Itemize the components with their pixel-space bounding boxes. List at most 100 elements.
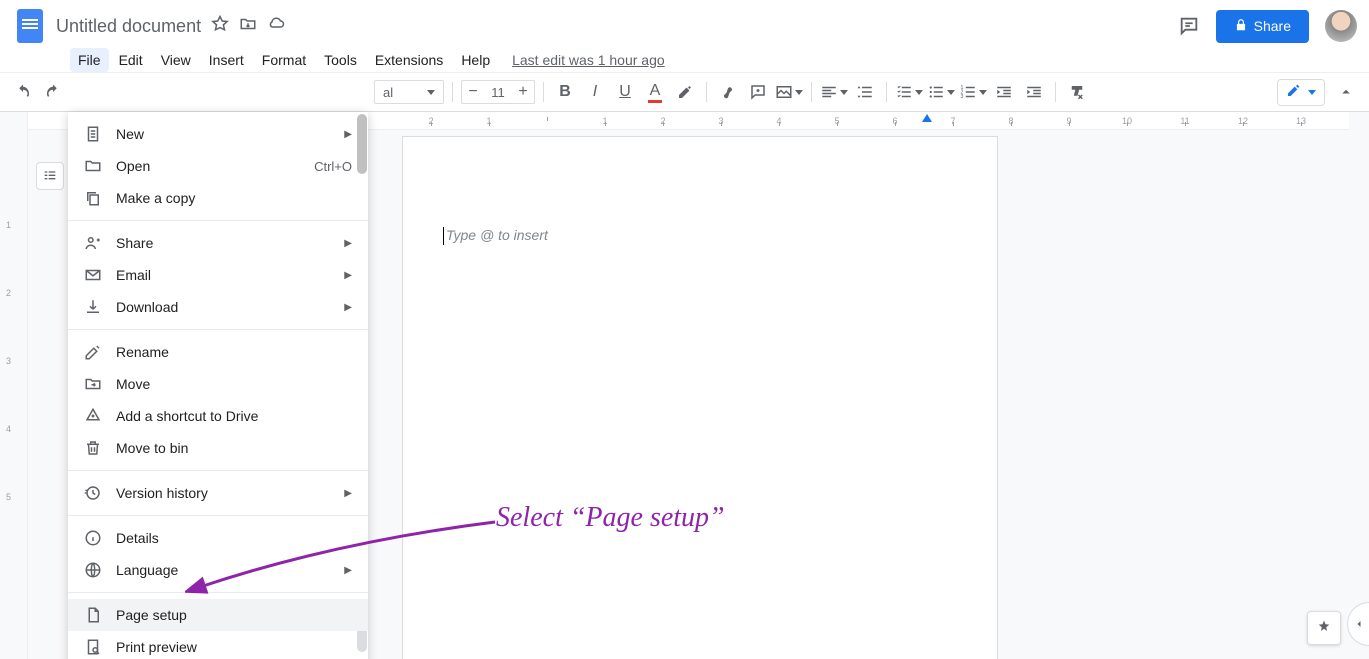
explore-button[interactable] xyxy=(1307,611,1341,645)
insert-image-button[interactable] xyxy=(775,79,803,105)
submenu-arrow-icon: ▶ xyxy=(344,238,352,249)
account-avatar[interactable] xyxy=(1325,10,1357,42)
undo-button[interactable] xyxy=(10,79,36,105)
clear-formatting-button[interactable] xyxy=(1064,79,1090,105)
font-size-increase[interactable]: + xyxy=(512,83,534,101)
move-folder-icon xyxy=(84,375,102,393)
docs-logo[interactable] xyxy=(12,8,48,44)
last-edit-link[interactable]: Last edit was 1 hour ago xyxy=(512,52,665,68)
menu-item-language[interactable]: Language ▶ xyxy=(68,554,368,586)
chevron-down-icon xyxy=(1308,90,1316,95)
menu-item-page-setup[interactable]: Page setup xyxy=(68,599,368,631)
menu-help[interactable]: Help xyxy=(453,48,498,72)
ruler-tick: 5 xyxy=(6,492,11,502)
menu-item-make-copy[interactable]: Make a copy xyxy=(68,182,368,214)
share-label: Share xyxy=(1254,18,1291,34)
menu-label: Page setup xyxy=(116,607,187,623)
menu-item-email[interactable]: Email ▶ xyxy=(68,259,368,291)
menu-label: Language xyxy=(116,562,178,578)
comment-history-icon[interactable] xyxy=(1178,15,1200,37)
underline-button[interactable]: U xyxy=(612,79,638,105)
workspace: 12345 21123456789101112131415 Type @ to … xyxy=(0,112,1369,659)
copy-icon xyxy=(84,189,102,207)
numbered-list-button[interactable]: 123 xyxy=(959,79,987,105)
menu-insert[interactable]: Insert xyxy=(201,48,252,72)
share-button[interactable]: Share xyxy=(1216,10,1309,43)
ruler-tick: 4 xyxy=(6,424,11,434)
email-icon xyxy=(84,266,102,284)
chevron-down-icon xyxy=(427,90,435,95)
submenu-arrow-icon: ▶ xyxy=(344,302,352,313)
toolbar: al − 11 + B I U A 123 xyxy=(0,72,1369,112)
document-page[interactable]: Type @ to insert xyxy=(402,136,998,659)
cloud-icon[interactable] xyxy=(267,15,285,38)
trash-icon xyxy=(84,439,102,457)
font-family-selector[interactable]: al xyxy=(374,80,444,104)
submenu-arrow-icon: ▶ xyxy=(344,488,352,499)
menu-item-move-bin[interactable]: Move to bin xyxy=(68,432,368,464)
line-spacing-button[interactable] xyxy=(852,79,878,105)
menu-view[interactable]: View xyxy=(153,48,199,72)
shortcut-text: Ctrl+O xyxy=(314,159,352,174)
menubar: File Edit View Insert Format Tools Exten… xyxy=(0,44,1369,72)
editing-mode-button[interactable] xyxy=(1277,79,1325,106)
font-size-stepper[interactable]: − 11 + xyxy=(461,80,535,104)
menu-item-print-preview[interactable]: Print preview xyxy=(68,631,368,659)
ruler-tick: 2 xyxy=(6,288,11,298)
highlight-button[interactable] xyxy=(672,79,698,105)
chevron-down-icon xyxy=(840,90,848,95)
info-icon xyxy=(84,529,102,547)
font-size-decrease[interactable]: − xyxy=(462,83,484,101)
menu-item-share[interactable]: Share ▶ xyxy=(68,227,368,259)
title-actions xyxy=(211,15,285,38)
font-size-value[interactable]: 11 xyxy=(484,85,512,100)
menu-file[interactable]: File xyxy=(70,48,109,72)
font-name-text: al xyxy=(383,85,393,100)
italic-button[interactable]: I xyxy=(582,79,608,105)
menu-item-rename[interactable]: Rename xyxy=(68,336,368,368)
menu-item-open[interactable]: Open Ctrl+O xyxy=(68,150,368,182)
file-menu-dropdown: New ▶ Open Ctrl+O Make a copy Share ▶ Em… xyxy=(68,112,368,659)
increase-indent-button[interactable] xyxy=(1021,79,1047,105)
redo-button[interactable] xyxy=(40,79,66,105)
menu-label: Version history xyxy=(116,485,208,501)
decrease-indent-button[interactable] xyxy=(991,79,1017,105)
history-icon xyxy=(84,484,102,502)
annotation-text: Select “Page setup” xyxy=(496,502,725,534)
collapse-toolbar-button[interactable] xyxy=(1333,79,1359,105)
folder-open-icon xyxy=(84,157,102,175)
bold-button[interactable]: B xyxy=(552,79,578,105)
menu-tools[interactable]: Tools xyxy=(316,48,365,72)
text-color-button[interactable]: A xyxy=(642,79,668,105)
menu-format[interactable]: Format xyxy=(254,48,314,72)
chevron-down-icon xyxy=(947,90,955,95)
placeholder-text: Type @ to insert xyxy=(446,227,548,243)
document-title[interactable]: Untitled document xyxy=(56,16,201,37)
menu-label: Rename xyxy=(116,344,169,360)
lock-icon xyxy=(1234,18,1248,35)
chevron-down-icon xyxy=(979,90,987,95)
ruler-tick: 3 xyxy=(6,356,11,366)
menu-edit[interactable]: Edit xyxy=(111,48,151,72)
menu-item-add-shortcut[interactable]: Add a shortcut to Drive xyxy=(68,400,368,432)
menu-extensions[interactable]: Extensions xyxy=(367,48,451,72)
menu-item-version-history[interactable]: Version history ▶ xyxy=(68,477,368,509)
menu-label: Download xyxy=(116,299,178,315)
menu-item-move[interactable]: Move xyxy=(68,368,368,400)
print-preview-icon xyxy=(84,638,102,656)
menu-item-new[interactable]: New ▶ xyxy=(68,118,368,150)
move-icon[interactable] xyxy=(239,15,257,38)
page-icon xyxy=(84,606,102,624)
menu-item-details[interactable]: Details xyxy=(68,522,368,554)
menu-item-download[interactable]: Download ▶ xyxy=(68,291,368,323)
drive-shortcut-icon xyxy=(84,407,102,425)
submenu-arrow-icon: ▶ xyxy=(344,270,352,281)
insert-link-button[interactable] xyxy=(715,79,741,105)
menu-label: Make a copy xyxy=(116,190,195,206)
submenu-arrow-icon: ▶ xyxy=(344,129,352,140)
add-comment-button[interactable] xyxy=(745,79,771,105)
checklist-button[interactable] xyxy=(895,79,923,105)
star-icon[interactable] xyxy=(211,15,229,38)
bulleted-list-button[interactable] xyxy=(927,79,955,105)
align-button[interactable] xyxy=(820,79,848,105)
